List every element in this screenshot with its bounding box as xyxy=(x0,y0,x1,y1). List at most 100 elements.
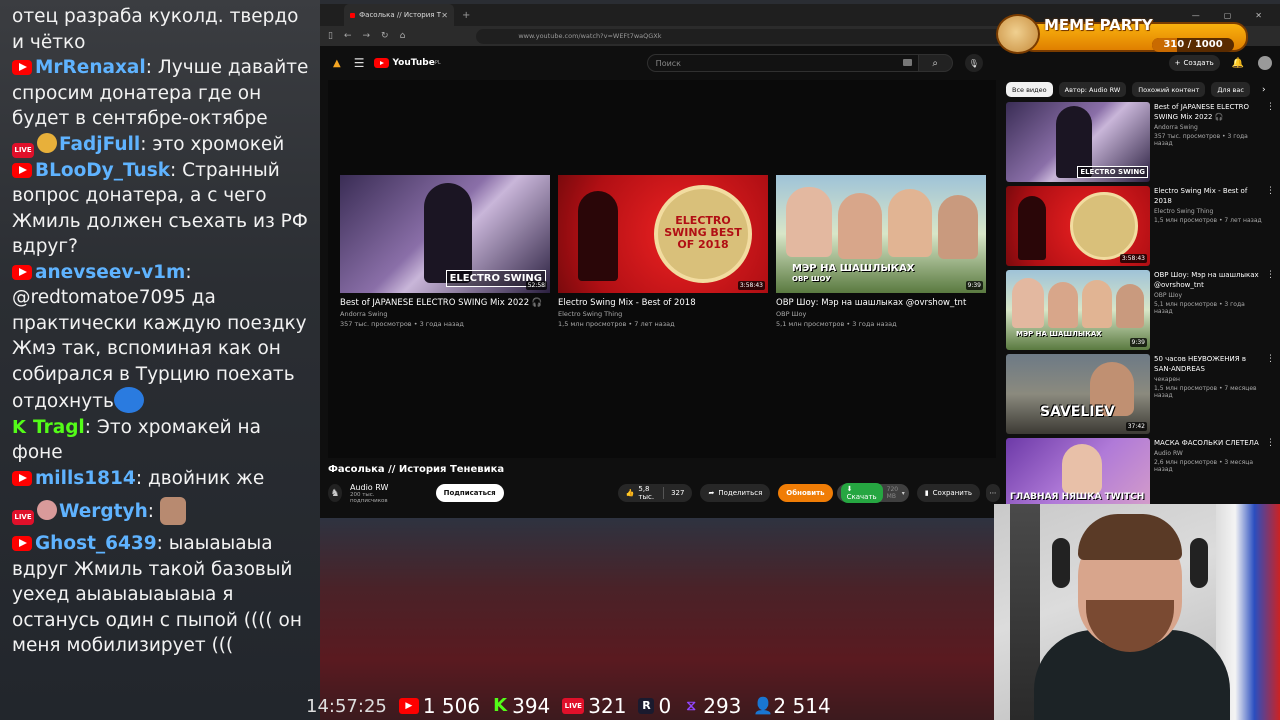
forward-icon[interactable]: → xyxy=(363,31,371,41)
create-button[interactable]: + Создать xyxy=(1168,55,1220,71)
back-icon[interactable]: ← xyxy=(344,31,352,41)
rutube-icon: R xyxy=(638,698,655,714)
youtube-icon xyxy=(12,470,32,486)
chip-for-you[interactable]: Для вас xyxy=(1211,82,1250,97)
stream-backdrop xyxy=(320,518,994,720)
menu-icon[interactable]: ☰ xyxy=(354,56,365,70)
recommendation-item[interactable]: SAVELIEV 37:42 50 часов НЕУВОЖЕНИЯ в SAN… xyxy=(1006,354,1276,434)
rec-channel: Electro Swing Thing xyxy=(1154,208,1214,215)
user-icon: 👤 xyxy=(753,696,774,715)
youtube-icon: ▶ xyxy=(398,698,419,714)
rec-views: 357 тыс. просмотров • 3 года назад xyxy=(1154,133,1248,147)
youtube-favicon-icon xyxy=(350,12,356,18)
recommendation-item[interactable]: 3:58:43 Electro Swing Mix - Best of 2018… xyxy=(1006,186,1276,266)
stream-scene: отец разраба куколд. твердо и чётко MrRe… xyxy=(0,0,1280,720)
person-shape xyxy=(1062,444,1102,494)
chat-message: LIVE FadjFull: это хромокей xyxy=(12,132,310,158)
video-title: Фасолька // История Теневика xyxy=(328,464,505,475)
video-player[interactable]: ELECTRO SWING 52:58 Best of JAPANESE ELE… xyxy=(328,80,996,458)
update-button[interactable]: Обновить xyxy=(778,484,833,502)
rec-title: ОВР Шоу: Мэр на шашлыках @ovrshow_tnt xyxy=(1154,271,1259,289)
rec-info: Electro Swing Mix - Best of 2018 Electro… xyxy=(1154,186,1262,266)
emote-icon xyxy=(113,387,144,413)
download-button[interactable]: ⬇ Скачать xyxy=(840,483,883,503)
chevron-down-icon[interactable]: ▾ xyxy=(902,490,905,497)
duration-badge: 52:58 xyxy=(525,281,547,290)
logo-country: PL xyxy=(434,60,441,66)
kebab-icon[interactable]: ⋮ xyxy=(1266,270,1275,350)
youtube-logo[interactable]: YouTube PL xyxy=(374,58,441,68)
channel-name: Audio RW xyxy=(349,482,389,492)
dislike-count[interactable]: 327 xyxy=(671,489,684,497)
person-shape xyxy=(888,189,932,257)
more-options-button[interactable]: ⋯ xyxy=(986,484,1000,502)
chat-text: это хромокей xyxy=(152,133,285,155)
chevron-right-icon[interactable]: › xyxy=(1262,85,1266,95)
kebab-icon[interactable]: ⋮ xyxy=(1266,102,1275,182)
home-icon[interactable]: ⌂ xyxy=(400,31,406,41)
endcard[interactable]: МЭР НА ШАШЛЫКАХ ОВР ШОУ 9:39 ОВР Шоу: Мэ… xyxy=(776,175,986,328)
kebab-icon[interactable]: ⋮ xyxy=(1266,186,1275,266)
close-tab-icon[interactable]: ✕ xyxy=(441,11,448,20)
stat-rutube: R 0 xyxy=(638,694,671,718)
quality-select[interactable]: 720 MB xyxy=(887,486,899,500)
endcard-thumbnail: ELECTRO SWING BEST OF 2018 3:58:43 xyxy=(558,175,768,293)
avatar[interactable] xyxy=(1258,56,1273,70)
browser-tab[interactable]: Фасолька // История Теневика ✕ xyxy=(344,4,454,26)
duration-badge: 37:42 xyxy=(1125,422,1147,431)
mic-icon: 🎙 xyxy=(968,58,979,68)
rec-channel: чекарен xyxy=(1154,376,1180,383)
chat-text: @redtomatoe7095 да практически каждую по… xyxy=(12,287,307,412)
kebab-icon[interactable]: ⋮ xyxy=(1266,354,1275,434)
meme-party-progress-text: 310 / 1000 xyxy=(1163,39,1223,50)
thumb-overlay-text: МЭР НА ШАШЛЫКАХ xyxy=(1016,330,1102,338)
search-button[interactable]: ⌕ xyxy=(918,54,953,72)
close-window-icon[interactable]: ✕ xyxy=(1255,11,1262,20)
recommendation-item[interactable]: МЭР НА ШАШЛЫКАХ 9:39 ОВР Шоу: Мэр на шаш… xyxy=(1006,270,1276,350)
channel-info[interactable]: Audio RW 200 тыс. подписчиков xyxy=(350,483,400,504)
channel-avatar[interactable]: ♞ xyxy=(328,484,342,502)
rec-title: Best of JAPANESE ELECTRO SWING Mix 2022 … xyxy=(1154,103,1250,121)
rec-thumbnail: ELECTRO SWING xyxy=(1006,102,1150,182)
thumb-overlay-text: ГЛАВНАЯ НЯШКА TWITCH xyxy=(1010,492,1145,502)
search-input[interactable]: Поиск xyxy=(646,54,919,72)
person-shape xyxy=(1012,278,1044,328)
save-button[interactable]: ▮ Сохранить xyxy=(916,484,981,502)
chat-message: K Tragl: Это хромакей на фоне xyxy=(12,416,261,464)
meme-party-title: MEME PARTY xyxy=(1044,16,1153,34)
chip-related[interactable]: Похожий контент xyxy=(1132,82,1206,97)
sidebar-icon[interactable]: ▯ xyxy=(328,31,333,41)
recommendation-item[interactable]: ELECTRO SWING Best of JAPANESE ELECTRO S… xyxy=(1006,102,1276,182)
duration-badge: 3:58:43 xyxy=(737,281,765,290)
url-field[interactable]: www.youtube.com/watch?v=WEFt7waQGXk xyxy=(476,28,1037,44)
share-button[interactable]: ➦ Поделиться xyxy=(700,484,771,502)
endcard[interactable]: ELECTRO SWING 52:58 Best of JAPANESE ELE… xyxy=(340,175,550,328)
bell-icon[interactable]: 🔔 xyxy=(1232,58,1244,69)
rec-channel: Audio RW xyxy=(1154,450,1183,457)
endcard-views: 357 тыс. просмотров • 3 года назад xyxy=(340,320,464,328)
person-shape xyxy=(786,187,832,257)
chat-username: BLooDy_Tusk xyxy=(35,159,171,181)
new-tab-icon[interactable]: + xyxy=(462,10,470,21)
endcard[interactable]: ELECTRO SWING BEST OF 2018 3:58:43 Elect… xyxy=(558,175,768,328)
chat-message: BLooDy_Tusk: Странный вопрос донатера, а… xyxy=(12,159,308,257)
mic-button[interactable]: 🎙 xyxy=(964,54,983,72)
headphone-right-shape xyxy=(1190,538,1208,588)
save-label: Сохранить xyxy=(932,489,973,497)
stat-value: 1 506 xyxy=(422,694,481,718)
chat-username: FadjFull xyxy=(59,133,141,155)
chip-author[interactable]: Автор: Audio RW xyxy=(1058,82,1127,97)
divider xyxy=(662,487,664,499)
doge-icon xyxy=(996,14,1040,54)
chat-username: Tragl xyxy=(33,416,85,438)
subscribe-button[interactable]: Подписаться xyxy=(435,484,504,502)
reload-icon[interactable]: ↻ xyxy=(381,31,389,41)
live-icon: LIVE xyxy=(12,510,34,525)
chat-message: LIVE Wergtyh: xyxy=(12,497,310,525)
duration-badge: 3:58:43 xyxy=(1119,254,1147,263)
like-count[interactable]: 5,8 тыс. xyxy=(638,485,654,501)
like-icon[interactable]: 👍 xyxy=(626,489,635,497)
rec-views: 5,1 млн просмотров • 3 года назад xyxy=(1154,301,1245,315)
chip-all-videos[interactable]: Все видео xyxy=(1006,82,1053,97)
keyboard-icon[interactable] xyxy=(902,59,912,66)
